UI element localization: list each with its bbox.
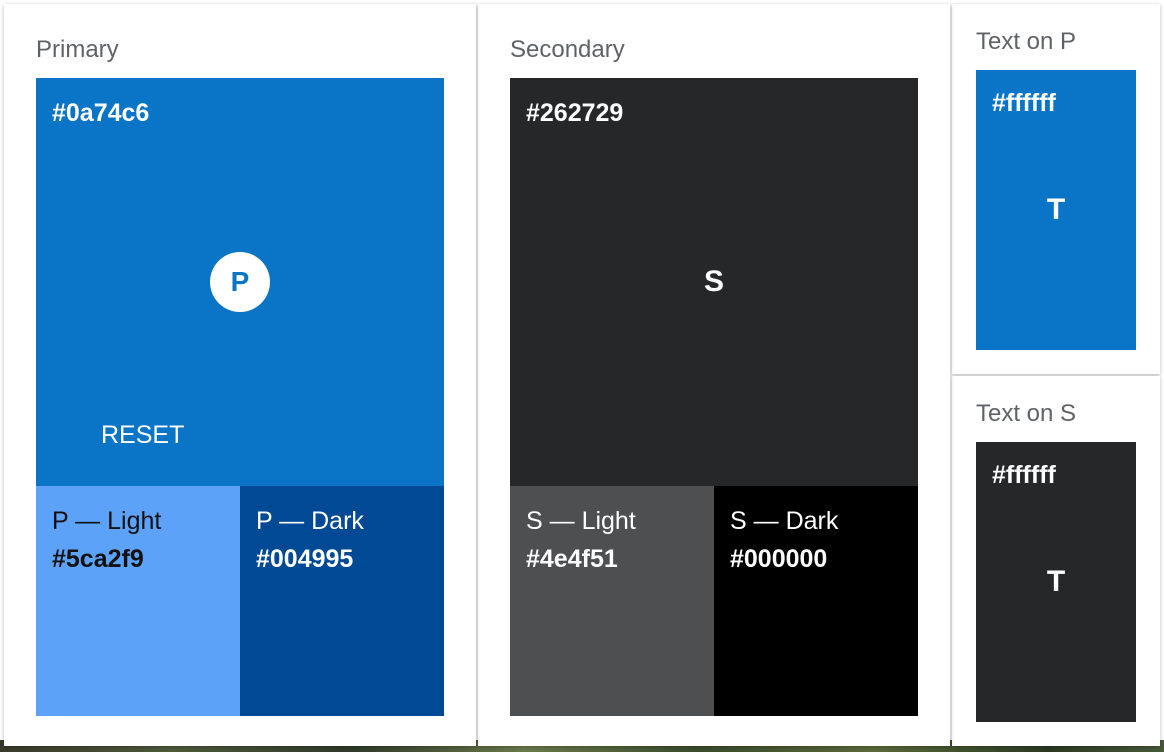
text-on-primary-swatch[interactable]: #ffffff T bbox=[976, 70, 1136, 350]
secondary-label: Secondary bbox=[510, 36, 625, 63]
primary-panel: Primary #0a74c6 P RESET P — Light #5ca2f… bbox=[4, 4, 476, 746]
text-on-secondary-swatch[interactable]: #ffffff T bbox=[976, 442, 1136, 722]
primary-letter-badge[interactable]: P bbox=[210, 252, 270, 312]
secondary-letter: S bbox=[703, 265, 724, 298]
primary-dark-name: P — Dark bbox=[256, 507, 364, 535]
secondary-dark-hex: #000000 bbox=[730, 545, 828, 573]
text-on-secondary-hex: #ffffff bbox=[992, 461, 1056, 489]
primary-dark-swatch[interactable]: P — Dark #004995 bbox=[240, 486, 444, 716]
text-on-primary-label: Text on P bbox=[976, 28, 1077, 55]
text-on-primary-hex: #ffffff bbox=[992, 89, 1056, 117]
primary-hex: #0a74c6 bbox=[52, 99, 150, 127]
primary-dark-hex: #004995 bbox=[256, 545, 354, 573]
secondary-panel: Secondary #262729 S S — Light #4e4f51 S … bbox=[478, 4, 950, 746]
text-on-primary-letter: T bbox=[1046, 193, 1066, 226]
reset-button[interactable]: RESET bbox=[97, 418, 188, 452]
secondary-light-name: S — Light bbox=[526, 507, 636, 535]
secondary-swatch[interactable]: #262729 S bbox=[510, 78, 918, 486]
text-on-primary-panel: Text on P #ffffff T bbox=[952, 4, 1160, 374]
text-on-secondary-letter: T bbox=[1046, 565, 1066, 598]
primary-light-hex: #5ca2f9 bbox=[52, 545, 144, 573]
secondary-light-hex: #4e4f51 bbox=[526, 545, 618, 573]
text-on-secondary-panel: Text on S #ffffff T bbox=[952, 376, 1160, 746]
primary-light-swatch[interactable]: P — Light #5ca2f9 bbox=[36, 486, 240, 716]
secondary-dark-swatch[interactable]: S — Dark #000000 bbox=[714, 486, 918, 716]
primary-swatch[interactable]: #0a74c6 P RESET bbox=[36, 78, 444, 486]
secondary-light-swatch[interactable]: S — Light #4e4f51 bbox=[510, 486, 714, 716]
text-on-secondary-label: Text on S bbox=[976, 400, 1077, 427]
primary-light-name: P — Light bbox=[52, 507, 162, 535]
secondary-hex: #262729 bbox=[526, 99, 624, 127]
secondary-dark-name: S — Dark bbox=[730, 507, 839, 535]
primary-label: Primary bbox=[36, 36, 119, 63]
